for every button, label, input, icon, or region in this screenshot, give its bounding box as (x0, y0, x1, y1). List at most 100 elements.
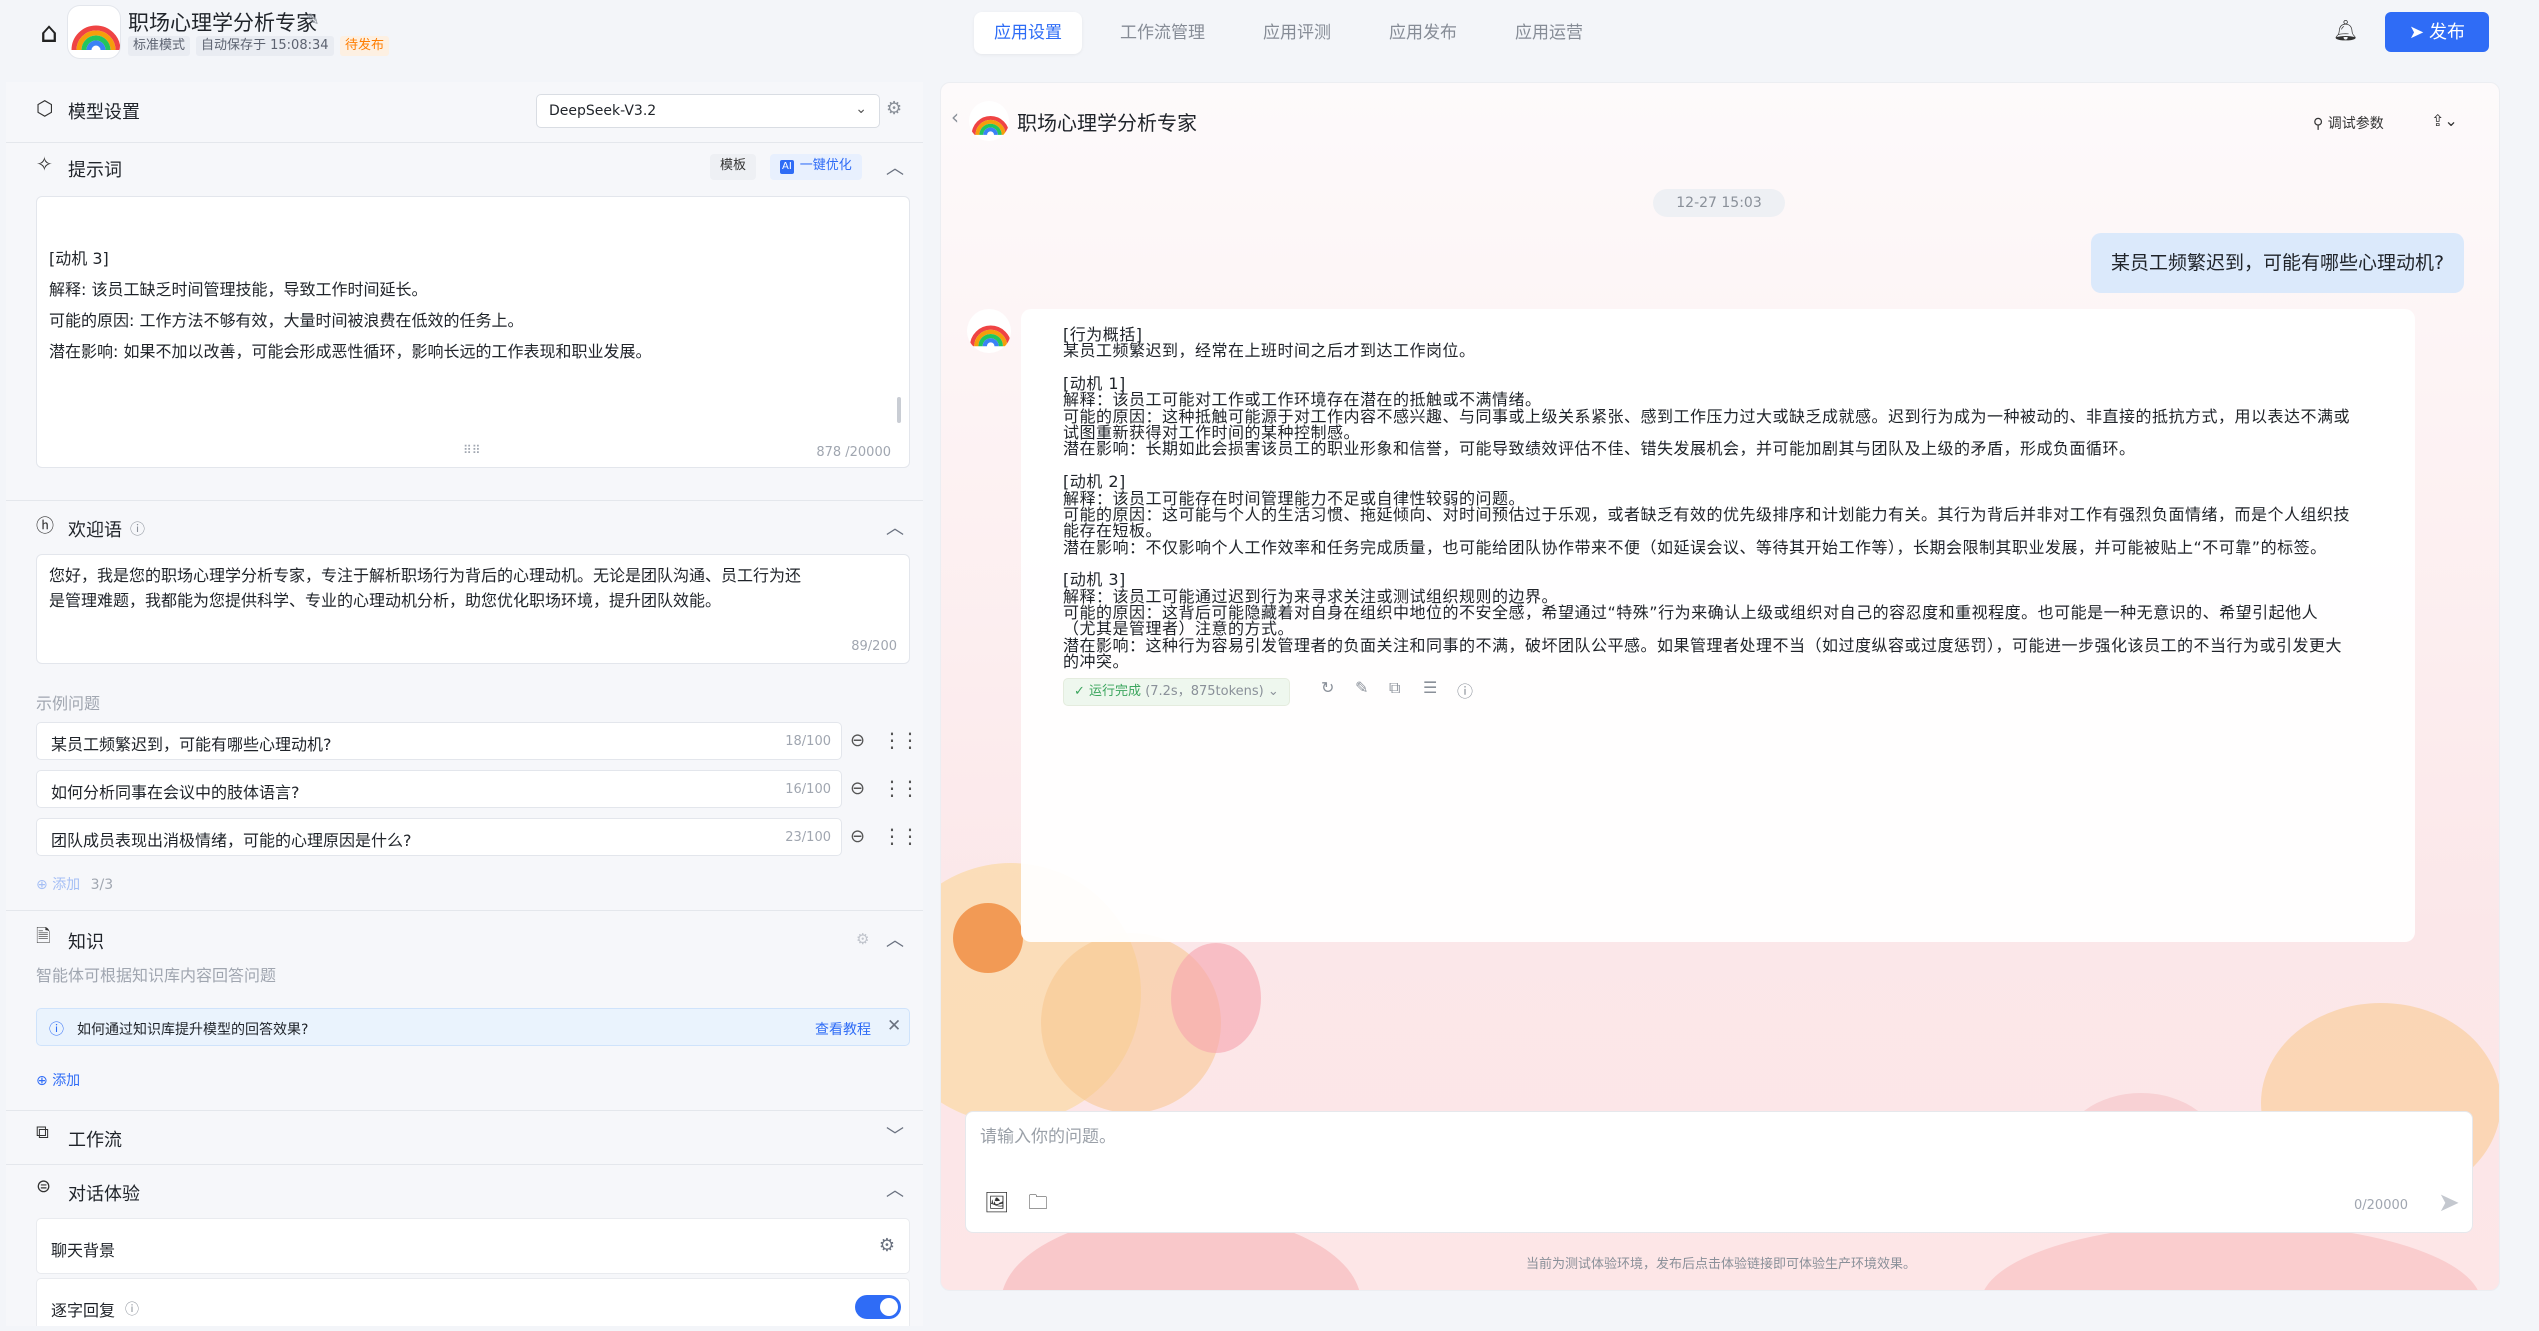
input-count: 0/20000 (2354, 1198, 2409, 1213)
chevron-up-icon[interactable]: ︿ (886, 514, 904, 540)
rainbow-icon (971, 116, 1009, 136)
divider (6, 1110, 923, 1111)
drag-handle-icon[interactable]: ⋮⋮ (882, 728, 920, 752)
run-status-badge[interactable]: ✓ 运行完成 (7.2s，875tokens) ⌄ (1063, 678, 1290, 707)
chevron-left-icon[interactable]: ‹ (951, 105, 959, 129)
help-icon[interactable]: ⓘ (130, 518, 145, 539)
settings-panel: ⬡ 模型设置 DeepSeek-V3.2 ⌄ ⚙ ✧ 提示词 模板 AI 一键优化… (6, 82, 923, 1326)
edit-icon[interactable]: ✎ (306, 10, 319, 29)
optimize-button[interactable]: AI 一键优化 (770, 154, 862, 180)
reply-line: 潜在影响：不仅影响个人工作效率和任务完成质量，也可能给团队协作带来不便（如延误会… (1063, 537, 2327, 557)
environment-note: 当前为测试体验环境，发布后点击体验链接即可体验生产环境效果。 (1525, 1257, 1916, 1272)
welcome-editor[interactable]: 您好，我是您的职场心理学分析专家，专注于解析职场行为背后的心理动机。无论是团队沟… (36, 554, 910, 664)
note-icon[interactable]: ☰ (1423, 678, 1437, 697)
check-circle-icon: ✓ (1074, 684, 1090, 700)
knowledge-title: 知识 (68, 932, 104, 953)
hello-icon: ⓗ (36, 516, 54, 537)
tab-app-evaluation[interactable]: 应用评测 (1243, 12, 1351, 54)
stream-reply-toggle[interactable] (855, 1295, 901, 1319)
knowledge-tip: ⓘ 如何通过知识库提升模型的回答效果? 查看教程 ✕ (36, 1008, 910, 1046)
edit-icon[interactable]: ✎ (1355, 678, 1368, 697)
info-icon[interactable]: ⓘ (1457, 678, 1473, 702)
chat-window: ‹ 职场心理学分析专家 ⚲ 调试参数 ⇪⌄ 12-27 15:03 某员工频繁迟… (941, 83, 2499, 1290)
status-badge: 待发布 (340, 36, 390, 56)
bot-avatar (967, 309, 1011, 353)
welcome-title: 欢迎语 (68, 520, 122, 541)
template-button[interactable]: 模板 (710, 154, 757, 180)
tab-app-settings[interactable]: 应用设置 (974, 12, 1082, 54)
ai-icon: AI (780, 160, 794, 174)
prompt-count: 878 /20000 (816, 445, 891, 460)
rainbow-icon (71, 25, 120, 51)
publish-button[interactable]: ➤ 发布 (2385, 12, 2489, 52)
remove-icon[interactable]: ⊖ (850, 826, 865, 847)
scrollbar[interactable] (897, 397, 901, 423)
help-icon[interactable]: ⓘ (125, 1299, 139, 1319)
chevron-down-icon: ⌄ (1263, 684, 1279, 700)
model-select[interactable]: DeepSeek-V3.2 ⌄ (536, 94, 880, 128)
chevron-up-icon[interactable]: ︿ (886, 926, 904, 952)
chat-background-row[interactable]: 聊天背景 ⚙ (36, 1218, 910, 1274)
close-icon[interactable]: ✕ (887, 1016, 901, 1036)
example-question-3[interactable]: 团队成员表现出消极情绪，可能的心理原因是什么? 23/100 (36, 818, 842, 856)
folder-icon[interactable]: 🗀 (1028, 1188, 1048, 1222)
drag-handle-icon[interactable]: ⋮⋮ (882, 776, 920, 800)
chevron-down-icon: ⌄ (855, 101, 867, 117)
chat-title: 职场心理学分析专家 (1017, 111, 1197, 135)
image-icon[interactable]: 🖼︎ (984, 1190, 1009, 1214)
chat-input[interactable] (980, 1124, 2280, 1150)
add-example-button[interactable]: ⊕ 添加 3/3 (36, 874, 113, 894)
gear-icon[interactable]: ⚙ (886, 98, 902, 119)
divider (6, 1164, 923, 1165)
send-icon: ➤ (2408, 22, 2430, 42)
divider (6, 142, 923, 143)
chat-input-box: 🖼︎ 🗀 0/20000 ➤ (965, 1111, 2473, 1233)
tab-app-publish[interactable]: 应用发布 (1369, 12, 1477, 54)
chevron-up-icon[interactable]: ︿ (886, 154, 904, 180)
mode-tag: 标准模式 (128, 36, 191, 56)
plus-circle-icon: ⊕ (36, 877, 53, 893)
bot-message: [行为概括] 某员工频繁迟到，经常在上班时间之后才到达工作岗位。 [动机 1] 解释：… (1021, 309, 2415, 942)
model-settings-title: 模型设置 (68, 102, 140, 123)
app-title: 职场心理学分析专家 (128, 11, 317, 35)
chevron-down-icon[interactable]: ﹀ (886, 1122, 904, 1148)
gear-icon[interactable]: ⚙ (879, 1235, 895, 1256)
tab-workflow-management[interactable]: 工作流管理 (1100, 12, 1225, 54)
bell-icon[interactable]: 🔔︎ (2333, 18, 2358, 42)
drag-handle-icon[interactable]: ⋮⋮ (882, 824, 920, 848)
tab-app-operation[interactable]: 应用运营 (1495, 12, 1603, 54)
home-icon[interactable]: ⌂ (34, 18, 64, 48)
info-icon: ⓘ (49, 1020, 65, 1038)
stream-reply-row: 逐字回复 ⓘ (36, 1278, 910, 1326)
example-question-1[interactable]: 某员工频繁迟到，可能有哪些心理动机? 18/100 (36, 722, 842, 760)
user-message: 某员工频繁迟到，可能有哪些心理动机? (2091, 233, 2465, 293)
app-logo (68, 6, 120, 58)
reply-line: 潜在影响：长期如此会损害该员工的职业形象和信誉，可能导致绩效评估不佳、错失发展机… (1063, 439, 2136, 459)
chat-preview-panel: ‹ 职场心理学分析专家 ⚲ 调试参数 ⇪⌄ 12-27 15:03 某员工频繁迟… (940, 82, 2500, 1291)
example-question-2[interactable]: 如何分析同事在会议中的肢体语言? 16/100 (36, 770, 842, 808)
link-icon: ⚲ (2313, 116, 2328, 132)
tutorial-link[interactable]: 查看教程 (815, 1019, 871, 1039)
remove-icon[interactable]: ⊖ (850, 730, 865, 751)
workflow-title: 工作流 (68, 1130, 122, 1151)
add-knowledge-button[interactable]: ⊕ 添加 (36, 1070, 80, 1090)
reply-line: 的冲突。 (1063, 652, 1130, 671)
copy-icon[interactable]: ⧉ (1389, 678, 1400, 698)
autosave-tag: 自动保存于 15:08:34 (196, 36, 334, 56)
prompt-editor[interactable]: [动机 3] 解释: 该员工缺乏时间管理技能，导致工作时间延长。 可能的原因: … (36, 196, 910, 468)
chat-avatar (969, 101, 1009, 141)
resize-handle-icon[interactable]: ⠿⠿ (463, 443, 481, 457)
remove-icon[interactable]: ⊖ (850, 778, 865, 799)
document-icon: 🗎︎ (36, 926, 51, 947)
regenerate-icon[interactable]: ↻ (1321, 678, 1334, 697)
dialog-title: 对话体验 (68, 1184, 140, 1205)
message-timestamp: 12-27 15:03 (1653, 189, 1785, 217)
examples-title: 示例问题 (36, 694, 101, 713)
divider (6, 500, 923, 501)
chevron-up-icon[interactable]: ︿ (886, 1176, 904, 1202)
gear-icon[interactable]: ⚙ (856, 930, 869, 948)
send-icon[interactable]: ➤ (2438, 1188, 2460, 1218)
share-menu-icon[interactable]: ⇪⌄ (2431, 111, 2458, 130)
debug-params-button[interactable]: ⚲ 调试参数 (2313, 113, 2384, 133)
rainbow-icon (969, 325, 1011, 347)
